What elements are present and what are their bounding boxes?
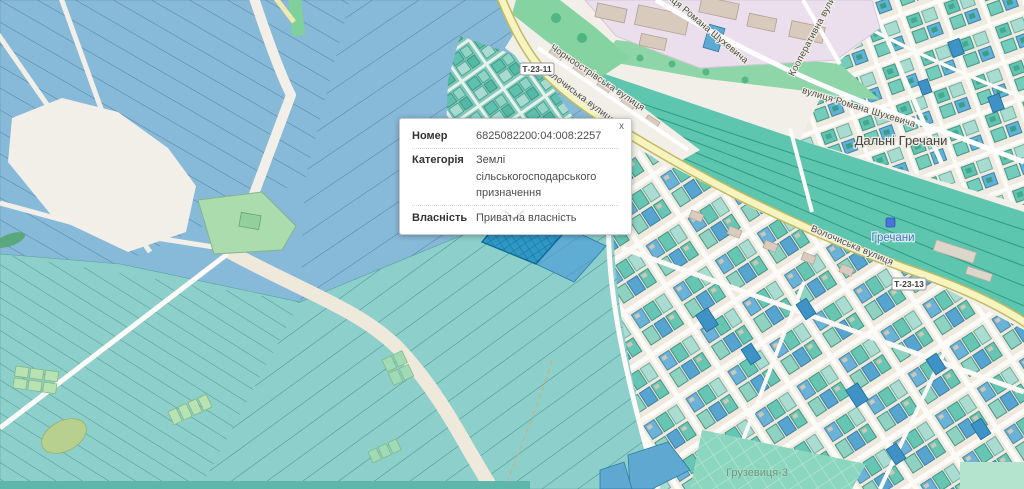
parcel-category-value: Землі сільськогосподарського призначення — [476, 154, 597, 199]
place-label-huzevytsia: Грузевиця-3 — [726, 467, 788, 479]
place-label-hrechany-station: Гречани — [871, 232, 914, 244]
svg-text:Т-23-11: Т-23-11 — [522, 64, 552, 74]
popup-row-number: Номер 6825082200:04:008:2257 — [412, 124, 619, 148]
popup-close-button[interactable]: x — [619, 120, 624, 134]
cadastral-map-screen: Волочиська вулиця Волочиська вулиця Чорн… — [0, 0, 1024, 489]
cadastral-map[interactable]: Волочиська вулиця Волочиська вулиця Чорн… — [0, 0, 1024, 489]
popup-row-label: Власність — [412, 211, 468, 224]
road-shield-t-23-11: Т-23-11 — [519, 62, 555, 76]
place-label-dalni-hrechany: Дальні Гречани — [855, 133, 948, 148]
dark-teal-strip — [0, 481, 530, 489]
parcel-number-value: 6825082200:04:008:2257 — [476, 129, 602, 142]
svg-text:Т-23-13: Т-23-13 — [894, 279, 924, 289]
popup-arrow — [503, 208, 525, 218]
popup-row-label: Номер — [412, 129, 448, 142]
road-shield-t-23-13: Т-23-13 — [891, 277, 927, 291]
popup-row-category: Категорія Землі сільськогосподарського п… — [412, 147, 619, 206]
popup-row-label: Категорія — [412, 154, 464, 166]
parcel-ownership-value: Приватна власність — [476, 211, 577, 224]
railway-station-icon — [885, 217, 896, 228]
